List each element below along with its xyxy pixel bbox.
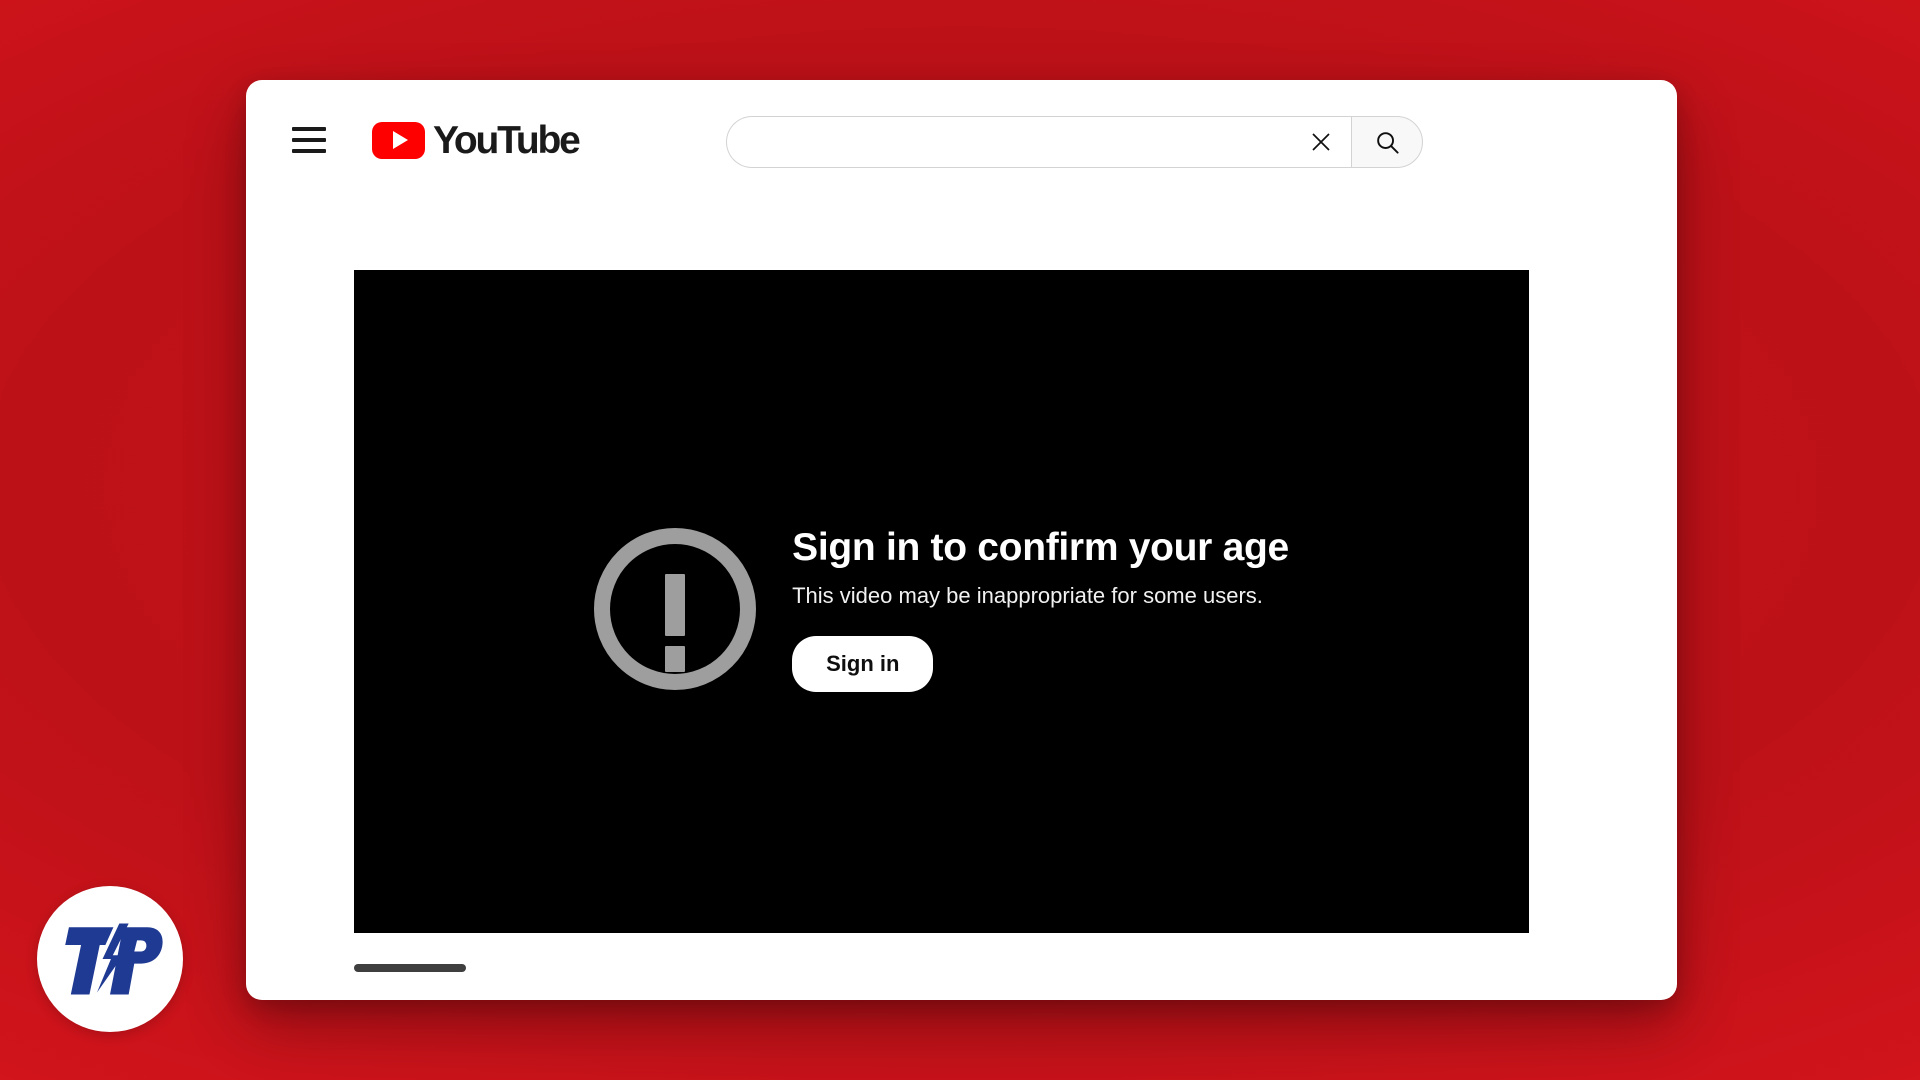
- techpp-logo: [37, 886, 183, 1032]
- magnifier-search-icon: [1376, 131, 1399, 154]
- age-gate-title: Sign in to confirm your age: [792, 525, 1289, 569]
- age-gate-text-block: Sign in to confirm your age This video m…: [792, 525, 1289, 693]
- techpp-logo-mark: [65, 920, 163, 1000]
- youtube-logo[interactable]: YouTube: [372, 118, 581, 162]
- video-meta-row: Subscribe 210: [354, 990, 1569, 1000]
- hamburger-bar: [292, 127, 326, 131]
- age-gate-subtitle: This video may be inappropriate for some…: [792, 582, 1263, 608]
- age-gate-message: Sign in to confirm your age This video m…: [594, 525, 1289, 693]
- exclamation-stroke: [665, 574, 686, 637]
- close-x-icon[interactable]: [1299, 130, 1343, 154]
- search-input[interactable]: [749, 131, 1299, 153]
- youtube-wordmark: YouTube: [433, 118, 581, 162]
- youtube-play-icon: [372, 121, 425, 159]
- youtube-window: YouTube Sign in to confirm your age This…: [246, 80, 1677, 1000]
- hamburger-menu-icon[interactable]: [292, 127, 326, 153]
- top-navigation-bar: YouTube: [246, 80, 1677, 200]
- sign-in-button[interactable]: Sign in: [792, 636, 934, 693]
- search-submit-button[interactable]: [1351, 116, 1423, 168]
- video-title-placeholder: [354, 964, 466, 972]
- exclamation-circle-icon: [594, 528, 757, 691]
- video-player[interactable]: Sign in to confirm your age This video m…: [354, 270, 1529, 933]
- hamburger-bar: [292, 149, 326, 153]
- exclamation-dot: [665, 646, 686, 673]
- search-bar: [726, 116, 1423, 168]
- search-field[interactable]: [726, 116, 1351, 168]
- hamburger-bar: [292, 138, 326, 142]
